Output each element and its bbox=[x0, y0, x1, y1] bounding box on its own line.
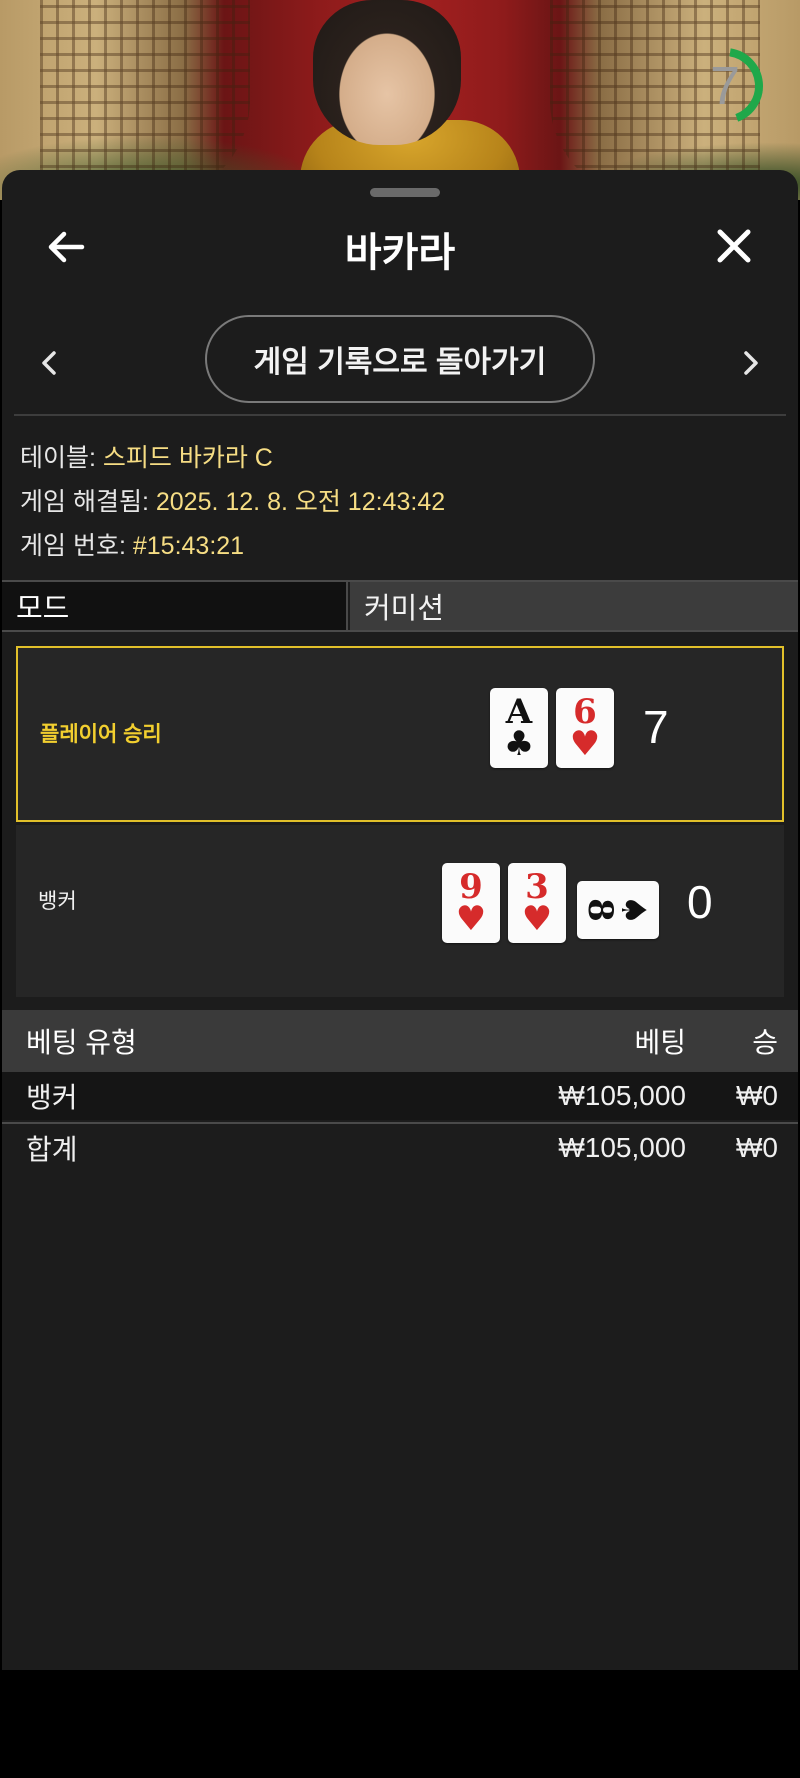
header-divider bbox=[14, 414, 786, 416]
total-bet: ₩105,000 bbox=[558, 1132, 686, 1163]
win-amount: ₩0 bbox=[736, 1080, 778, 1111]
total-win: ₩0 bbox=[736, 1132, 778, 1163]
next-game-chevron-icon[interactable] bbox=[730, 343, 770, 383]
bet-type: 뱅커 bbox=[26, 1082, 78, 1113]
resolved-label: 게임 해결됨: bbox=[20, 488, 149, 516]
player-card-1: A ♣ bbox=[490, 688, 548, 768]
countdown-timer: 7 bbox=[684, 30, 766, 142]
mode-label: 모드 bbox=[2, 582, 348, 630]
return-to-history-button[interactable]: 게임 기록으로 돌아가기 bbox=[205, 315, 595, 403]
player-score: 7 bbox=[643, 701, 669, 753]
banker-hand: 뱅커 9 ♥ 3 ♥ 8 ♠ 0 bbox=[16, 825, 784, 997]
page-title: 바카라 bbox=[344, 231, 456, 275]
banker-score: 0 bbox=[687, 876, 713, 928]
banker-card-1: 9 ♥ bbox=[442, 863, 500, 943]
info-table: 테이블: 스피드 바카라 C bbox=[20, 438, 273, 474]
game-number-value: #15:43:21 bbox=[132, 532, 245, 560]
mode-value: 커미션 bbox=[350, 582, 798, 630]
banker-label: 뱅커 bbox=[38, 890, 77, 913]
card-suit: ♥ bbox=[455, 899, 487, 939]
player-result-label: 플레이어 승리 bbox=[40, 723, 162, 746]
bet-amount: ₩105,000 bbox=[558, 1080, 686, 1111]
player-card-2: 6 ♥ bbox=[556, 688, 614, 768]
card-suit: ♠ bbox=[612, 894, 653, 926]
total-label: 합계 bbox=[26, 1134, 78, 1165]
close-icon[interactable] bbox=[710, 222, 758, 270]
card-rank: 8 bbox=[579, 898, 620, 922]
info-game-number: 게임 번호: #15:43:21 bbox=[20, 526, 244, 562]
previous-game-chevron-icon[interactable] bbox=[30, 343, 70, 383]
player-hand: 플레이어 승리 A ♣ 6 ♥ 7 bbox=[16, 646, 784, 822]
banker-card-3-sideways: 8 ♠ bbox=[577, 881, 659, 939]
timer-value: 7 bbox=[709, 56, 741, 116]
drag-handle[interactable] bbox=[370, 188, 440, 197]
total-row: 합계 ₩105,000 ₩0 bbox=[2, 1124, 798, 1172]
resolved-value: 2025. 12. 8. 오전 12:43:42 bbox=[155, 488, 446, 516]
game-number-label: 게임 번호: bbox=[20, 532, 126, 560]
header-bet-type: 베팅 유형 bbox=[26, 1027, 137, 1058]
mode-row: 모드 커미션 bbox=[2, 580, 798, 632]
table-row: 뱅커 ₩105,000 ₩0 bbox=[2, 1072, 798, 1120]
card-suit: ♥ bbox=[569, 724, 601, 764]
game-history-sheet: 바카라 게임 기록으로 돌아가기 테이블: 스피드 바카라 C 게임 해결됨: … bbox=[2, 170, 798, 1670]
bets-table-header: 베팅 유형 베팅 승 bbox=[2, 1010, 798, 1072]
banker-card-2: 3 ♥ bbox=[508, 863, 566, 943]
header-bet: 베팅 bbox=[634, 1027, 686, 1058]
card-suit: ♣ bbox=[503, 724, 535, 764]
table-value: 스피드 바카라 C bbox=[102, 444, 273, 472]
dealer-head bbox=[313, 0, 461, 145]
info-resolved: 게임 해결됨: 2025. 12. 8. 오전 12:43:42 bbox=[20, 482, 445, 518]
table-label: 테이블: bbox=[20, 444, 96, 472]
header-win: 승 bbox=[752, 1027, 778, 1058]
card-suit: ♥ bbox=[521, 899, 553, 939]
